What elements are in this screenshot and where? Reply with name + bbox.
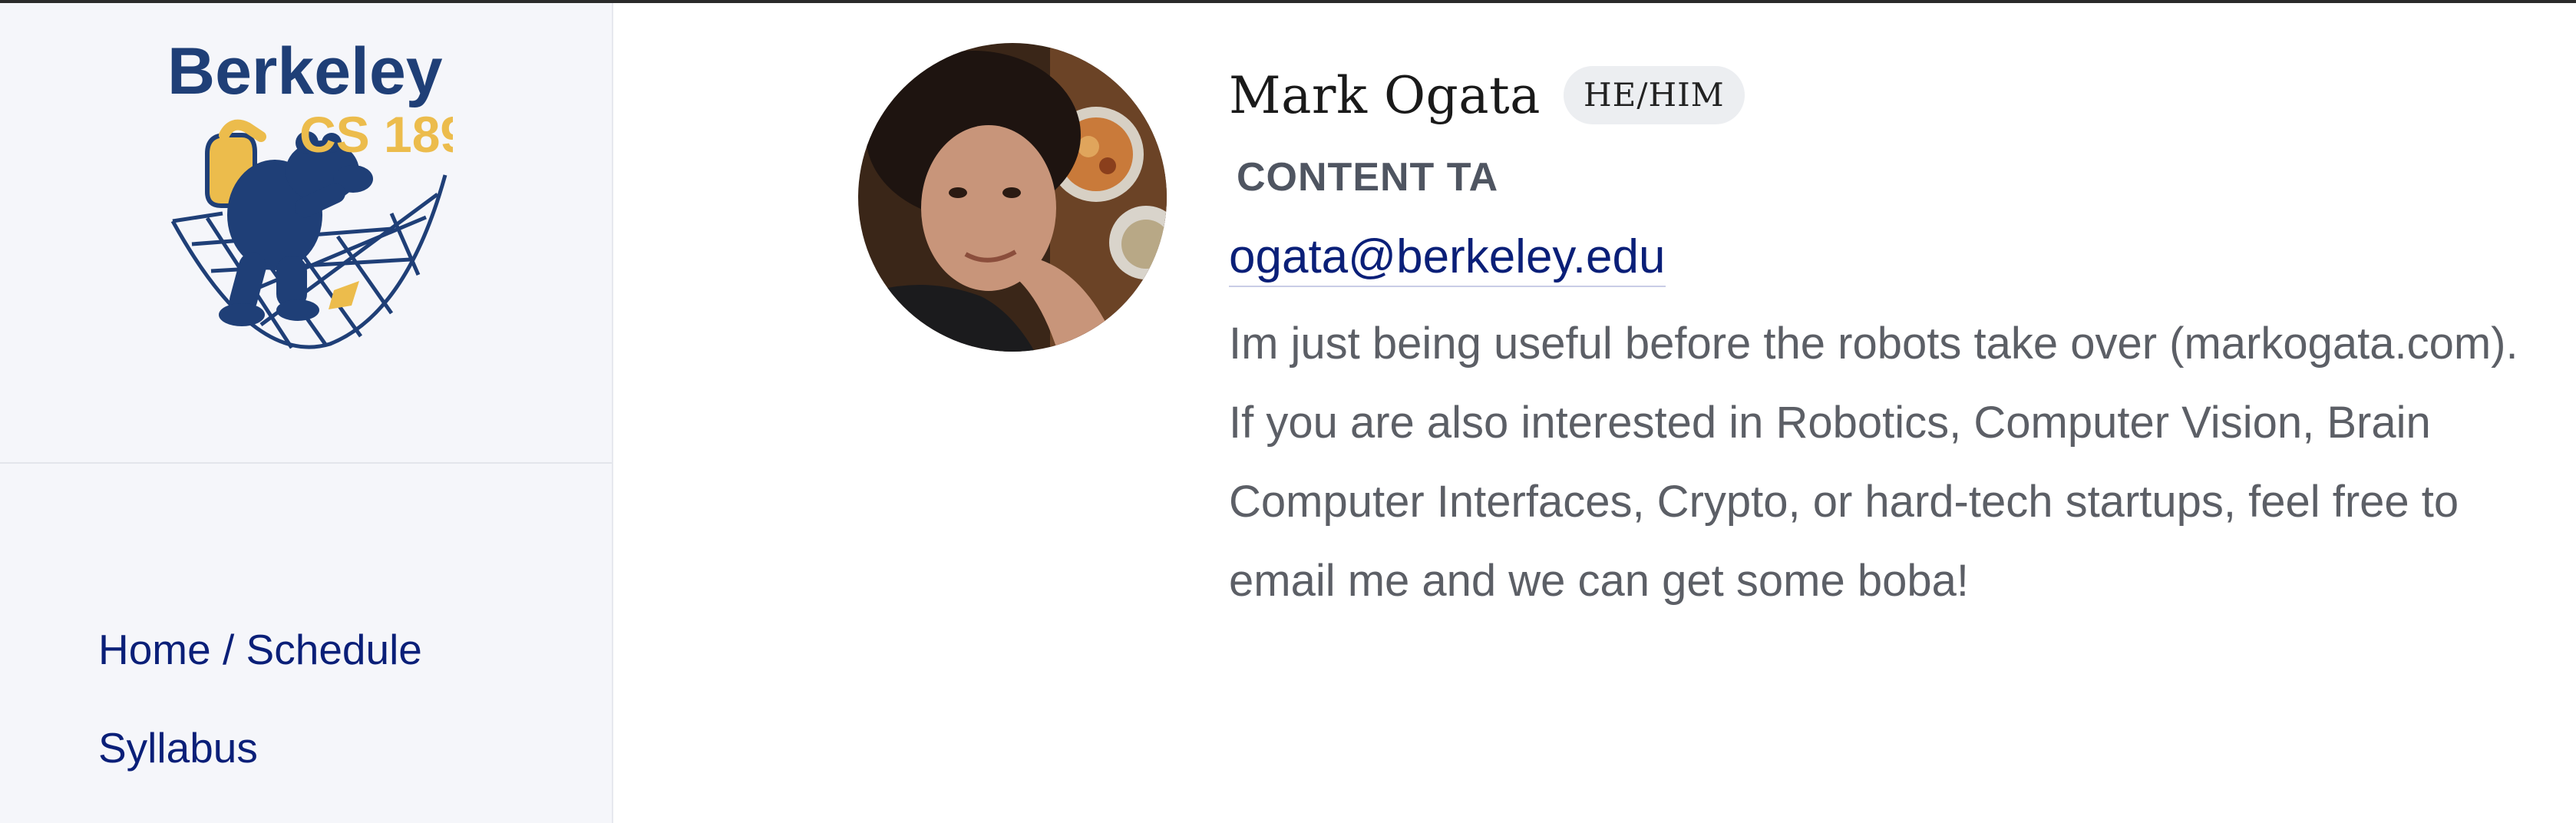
sidebar-nav: Home / Schedule Syllabus — [0, 625, 612, 821]
email-link[interactable]: ogata@berkeley.edu — [1229, 229, 1666, 287]
profile-role: CONTENT TA — [1237, 155, 1499, 200]
avatar-photo — [858, 43, 1167, 352]
name-row: Mark Ogata HE/HIM — [1229, 57, 2534, 134]
logo-text-berkeley: Berkeley — [167, 37, 443, 108]
nav-item-home-schedule[interactable]: Home / Schedule — [98, 625, 612, 674]
profile-avatar — [858, 43, 1167, 352]
profile-info: Mark Ogata HE/HIM CONTENT TA ogata@berke… — [1229, 57, 2534, 620]
main-content: Mark Ogata HE/HIM CONTENT TA ogata@berke… — [613, 3, 2576, 823]
nav-item-syllabus[interactable]: Syllabus — [98, 723, 612, 772]
logo-text-course: CS 189 — [299, 106, 453, 163]
profile-bio: Im just being useful before the robots t… — [1229, 319, 2518, 606]
course-logo[interactable]: Berkeley CS 189 — [161, 37, 453, 359]
pronoun-badge: HE/HIM — [1564, 66, 1745, 124]
sidebar: Berkeley CS 189 Home / Schedule Syllabus — [0, 3, 613, 823]
profile-name: Mark Ogata — [1229, 65, 1541, 125]
sidebar-header: Berkeley CS 189 — [0, 3, 612, 464]
